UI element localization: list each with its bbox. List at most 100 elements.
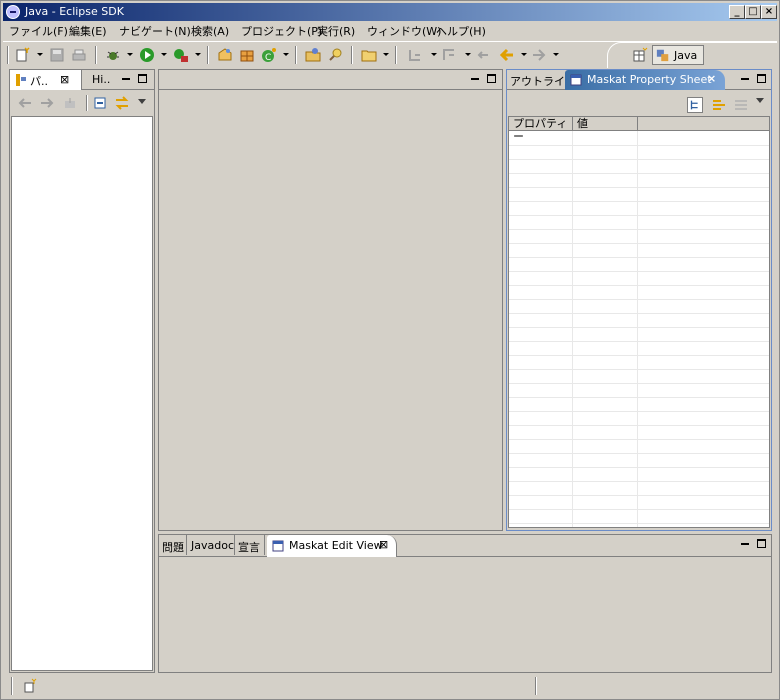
grid-line <box>509 257 769 258</box>
status-separator <box>535 677 537 695</box>
toolbar-separator <box>295 46 297 64</box>
right-view-tabstrip: アウトライン Maskat Property Sheet × <box>507 70 771 90</box>
show-categories-icon[interactable] <box>687 97 703 113</box>
folder-dropdown-icon[interactable] <box>383 53 389 56</box>
external-tools-icon[interactable] <box>173 47 189 63</box>
new-java-project-icon[interactable] <box>217 47 233 63</box>
package-explorer-tree[interactable] <box>11 116 153 671</box>
menu-window[interactable]: ウィンドウ(W) <box>367 23 441 39</box>
menu-navigate[interactable]: ナビゲート(N) <box>119 23 191 39</box>
next-annotation-icon[interactable] <box>407 47 423 63</box>
close-button[interactable]: × <box>761 5 777 19</box>
grid-line <box>509 341 769 342</box>
close-tab-icon[interactable]: ⊠ <box>379 538 388 551</box>
tab-label: 宣言 <box>238 541 260 554</box>
maximize-view-icon[interactable] <box>487 74 496 83</box>
grid-line <box>509 215 769 216</box>
menu-run[interactable]: 実行(R) <box>317 23 355 39</box>
forward-icon[interactable] <box>40 97 54 109</box>
editor-area <box>158 69 503 531</box>
view-menu-icon[interactable] <box>756 98 764 103</box>
tab-label: Javadoc <box>191 539 234 552</box>
grid-line <box>509 355 769 356</box>
grid-line <box>509 467 769 468</box>
link-with-editor-icon[interactable] <box>114 96 130 110</box>
open-folder-icon[interactable] <box>361 47 377 63</box>
java-perspective-button[interactable]: Java <box>652 45 704 65</box>
tab-package-explorer[interactable]: パ.. ⊠ <box>10 70 82 90</box>
next-annotation-dropdown-icon[interactable] <box>431 53 437 56</box>
view-menu-icon[interactable] <box>138 99 146 104</box>
minimize-button[interactable]: _ <box>729 5 745 19</box>
toolbar-separator <box>7 46 9 64</box>
property-table[interactable]: プロパティー 値 <box>508 116 770 528</box>
last-edit-location-icon[interactable] <box>475 47 491 63</box>
collapse-all-icon[interactable] <box>94 97 106 109</box>
tab-maskat-edit-view[interactable]: Maskat Edit View ⊠ <box>267 535 397 557</box>
debug-dropdown-icon[interactable] <box>127 53 133 56</box>
minimize-view-icon[interactable] <box>741 540 749 545</box>
maximize-view-icon[interactable] <box>757 74 766 83</box>
menu-help[interactable]: ヘルプ(H) <box>436 23 486 39</box>
minimize-view-icon[interactable] <box>741 75 749 80</box>
left-view-tabstrip: パ.. ⊠ Hi.. <box>10 70 154 90</box>
back-icon[interactable] <box>499 47 515 63</box>
maximize-view-icon[interactable] <box>757 539 766 548</box>
menu-project[interactable]: プロジェクト(P) <box>241 23 322 39</box>
up-icon[interactable] <box>64 97 76 109</box>
column-header-property[interactable]: プロパティー <box>509 117 573 143</box>
save-icon[interactable] <box>49 47 65 63</box>
toolbar-separator <box>351 46 353 64</box>
tab-declaration[interactable]: 宣言 <box>235 535 265 555</box>
grid-line <box>509 313 769 314</box>
eclipse-window: Java - Eclipse SDK _ □ × ファイル(F) 編集(E) ナ… <box>0 0 780 700</box>
grid-line <box>509 509 769 510</box>
fast-view-icon[interactable] <box>23 678 39 694</box>
back-icon[interactable] <box>18 97 32 109</box>
status-bar <box>3 675 777 697</box>
maximize-view-icon[interactable] <box>138 74 147 83</box>
new-icon[interactable] <box>15 47 31 63</box>
minimize-view-icon[interactable] <box>471 75 479 80</box>
forward-icon[interactable] <box>531 47 547 63</box>
open-type-icon[interactable] <box>305 47 321 63</box>
menu-edit[interactable]: 編集(E) <box>69 23 107 39</box>
new-java-package-icon[interactable] <box>239 47 255 63</box>
forward-dropdown-icon[interactable] <box>553 53 559 56</box>
menu-bar: ファイル(F) 編集(E) ナビゲート(N) 検索(A) プロジェクト(P) 実… <box>3 21 777 39</box>
grid-line <box>509 397 769 398</box>
grid-line <box>509 299 769 300</box>
tab-hierarchy[interactable]: Hi.. <box>86 70 116 90</box>
maximize-button[interactable]: □ <box>745 5 761 19</box>
menu-file[interactable]: ファイル(F) <box>9 23 68 39</box>
run-icon[interactable] <box>139 47 155 63</box>
run-dropdown-icon[interactable] <box>161 53 167 56</box>
new-class-dropdown-icon[interactable] <box>283 53 289 56</box>
open-perspective-icon[interactable] <box>632 47 648 63</box>
show-advanced-properties-icon[interactable] <box>711 97 727 113</box>
debug-icon[interactable] <box>105 47 121 63</box>
column-header-value[interactable]: 値 <box>573 117 638 131</box>
previous-annotation-dropdown-icon[interactable] <box>465 53 471 56</box>
restore-default-icon[interactable] <box>733 97 749 113</box>
tab-maskat-property-sheet[interactable]: Maskat Property Sheet × <box>565 70 725 90</box>
grid-line <box>509 439 769 440</box>
new-dropdown-icon[interactable] <box>37 53 43 56</box>
close-tab-icon[interactable]: × <box>707 72 716 85</box>
tab-javadoc[interactable]: Javadoc <box>187 535 235 555</box>
minimize-view-icon[interactable] <box>122 75 130 80</box>
tab-problems[interactable]: 問題 <box>159 535 187 555</box>
close-tab-icon[interactable]: ⊠ <box>60 73 69 86</box>
java-perspective-icon <box>656 49 669 62</box>
search-icon[interactable] <box>327 47 343 63</box>
toolbar-separator <box>395 46 397 64</box>
previous-annotation-icon[interactable] <box>441 47 457 63</box>
tab-outline[interactable]: アウトライン <box>507 70 576 90</box>
back-dropdown-icon[interactable] <box>521 53 527 56</box>
grid-line <box>509 369 769 370</box>
grid-line <box>509 173 769 174</box>
external-tools-dropdown-icon[interactable] <box>195 53 201 56</box>
new-java-class-icon[interactable]: C <box>261 47 277 63</box>
menu-search[interactable]: 検索(A) <box>191 23 229 39</box>
print-icon[interactable] <box>71 47 87 63</box>
